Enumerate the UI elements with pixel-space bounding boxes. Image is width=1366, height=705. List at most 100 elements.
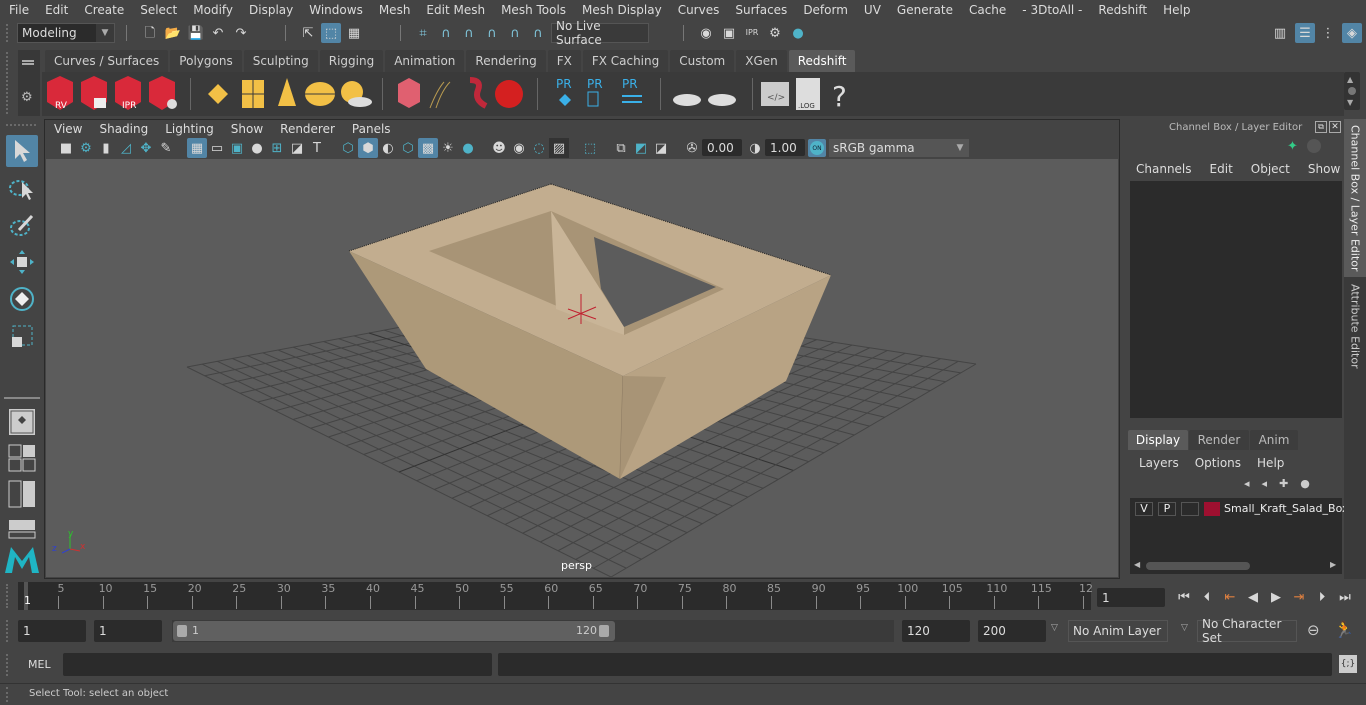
redshift-sun-sky-icon[interactable] — [341, 81, 372, 107]
animation-start-field[interactable]: 1 — [18, 620, 86, 642]
render-current-frame-icon[interactable]: ▣ — [719, 23, 739, 43]
smooth-shade-icon[interactable]: ⬢ — [358, 138, 378, 158]
pr-export-icon[interactable]: PR — [587, 77, 603, 107]
anim-layer-chevron-icon[interactable]: ▽ — [1051, 623, 1058, 633]
menu-edit-mesh[interactable]: Edit Mesh — [417, 3, 492, 17]
channel-list[interactable] — [1130, 181, 1342, 418]
move-tool[interactable] — [6, 246, 38, 278]
shelf-settings-icon[interactable]: ⚙ — [21, 90, 33, 105]
shelf-menu-icon[interactable] — [22, 60, 34, 62]
ambient-occlusion-icon[interactable]: ◌ — [529, 138, 549, 158]
default-material-icon[interactable]: ◐ — [378, 138, 398, 158]
motion-blur-icon[interactable]: ◪ — [651, 138, 671, 158]
shelf-scroll-up-icon[interactable]: ▲ — [1347, 75, 1353, 84]
redshift-render-view-icon[interactable]: RV — [47, 76, 73, 111]
bake-icon[interactable] — [708, 94, 736, 106]
animation-preferences-icon[interactable]: 🏃 — [1334, 620, 1354, 639]
shelf-tab-curves-surfaces[interactable]: Curves / Surfaces — [45, 50, 169, 72]
side-tab-channel-box[interactable]: Channel Box / Layer Editor — [1344, 119, 1366, 277]
pr-import-icon[interactable]: PR — [556, 77, 572, 106]
render-settings-icon[interactable]: ⚙ — [765, 23, 785, 43]
viewport-menu-lighting[interactable]: Lighting — [157, 120, 223, 138]
menu-display[interactable]: Display — [240, 3, 300, 17]
gamma-icon[interactable]: ◑ — [745, 138, 765, 158]
layer-menu-help[interactable]: Help — [1257, 456, 1284, 470]
viewport-menu-show[interactable]: Show — [223, 120, 272, 138]
camera-attributes-icon[interactable]: ⚙ — [76, 138, 96, 158]
help-line-grip[interactable] — [6, 687, 10, 702]
anim-layer-dropdown[interactable]: No Anim Layer — [1068, 620, 1168, 642]
shelf-tab-redshift[interactable]: Redshift — [788, 50, 856, 72]
redshift-proxy-icon[interactable] — [398, 78, 420, 108]
menu-mesh-display[interactable]: Mesh Display — [573, 3, 669, 17]
close-panel-icon[interactable]: ✕ — [1329, 121, 1341, 133]
shelf-tab-custom[interactable]: Custom — [670, 50, 735, 72]
bake-set-icon[interactable] — [673, 94, 701, 106]
gamma-field[interactable]: 1.00 — [765, 139, 805, 156]
new-empty-layer-icon[interactable]: ✚ — [1279, 477, 1300, 490]
scene-canvas[interactable] — [46, 159, 1118, 577]
play-backwards-icon[interactable]: ◀ — [1243, 588, 1263, 606]
scroll-left-icon[interactable]: ◀ — [1134, 560, 1140, 569]
color-space-dropdown[interactable]: sRGB gamma ▼ — [829, 139, 969, 157]
viewport-menu-view[interactable]: View — [46, 120, 91, 138]
camera-icon[interactable]: ■ — [56, 138, 76, 158]
film-gate-icon[interactable]: ▭ — [207, 138, 227, 158]
redshift-volume-icon[interactable] — [469, 77, 488, 109]
exposure-field[interactable]: 0.00 — [702, 139, 742, 156]
menu-generate[interactable]: Generate — [888, 3, 960, 17]
grease-pencil-icon[interactable]: ✎ — [156, 138, 176, 158]
field-chart-icon[interactable]: ⊞ — [267, 138, 287, 158]
scroll-right-icon[interactable]: ▶ — [1330, 560, 1336, 569]
outliner-layout[interactable] — [6, 478, 38, 510]
persp-graph-layout[interactable] — [6, 513, 38, 545]
playback-start-field[interactable]: 1 — [94, 620, 162, 642]
redo-icon[interactable]: ↷ — [231, 23, 251, 43]
select-hierarchy-icon[interactable]: ⇱ — [298, 23, 318, 43]
mode-dropdown[interactable]: Modeling ▼ — [17, 23, 115, 43]
snap-view-plane-icon[interactable]: ∩ — [482, 23, 502, 43]
channel-menu-channels[interactable]: Channels — [1136, 162, 1192, 176]
viewport-menu-panels[interactable]: Panels — [344, 120, 400, 138]
shelf-tab-animation[interactable]: Animation — [385, 50, 465, 72]
auto-key-icon[interactable]: ⊖ — [1307, 621, 1320, 639]
render-view-icon[interactable]: ◉ — [696, 23, 716, 43]
single-view-layout[interactable] — [6, 406, 38, 438]
modeling-toolkit-icon[interactable]: ▥ — [1270, 23, 1290, 43]
layer-tab-display[interactable]: Display — [1128, 430, 1188, 450]
resolution-gate-icon[interactable]: ▣ — [227, 138, 247, 158]
shelf-tab-fx[interactable]: FX — [547, 50, 581, 72]
layer-list-scrollbar[interactable]: ◀ ▶ — [1132, 560, 1340, 572]
character-set-chevron-icon[interactable]: ▽ — [1181, 623, 1188, 633]
step-forward-key-icon[interactable]: ⇥ — [1289, 588, 1309, 606]
depth-of-field-icon[interactable]: ◩ — [631, 138, 651, 158]
wireframe-on-shaded-icon[interactable]: ⬡ — [398, 138, 418, 158]
script-editor-icon[interactable]: </> — [761, 82, 789, 106]
redshift-spot-light-icon[interactable] — [278, 78, 296, 106]
shelf-tab-fx-caching[interactable]: FX Caching — [582, 50, 669, 72]
redshift-batch-render-icon[interactable] — [81, 76, 107, 110]
shelf-tab-rigging[interactable]: Rigging — [319, 50, 384, 72]
range-slider[interactable]: 1 120 — [173, 621, 615, 641]
menu-surfaces[interactable]: Surfaces — [726, 3, 794, 17]
redshift-portal-light-icon[interactable] — [242, 80, 264, 108]
ipr-render-icon[interactable]: IPR — [742, 23, 762, 43]
make-live-icon[interactable]: ∩ — [528, 23, 548, 43]
layer-menu-layers[interactable]: Layers — [1139, 456, 1179, 470]
shelf-tab-rendering[interactable]: Rendering — [466, 50, 546, 72]
animation-end-field[interactable]: 200 — [978, 620, 1046, 642]
3d-viewport[interactable]: y x z persp — [46, 159, 1118, 577]
layer-tab-render[interactable]: Render — [1189, 430, 1249, 450]
menu-edit[interactable]: Edit — [36, 3, 75, 17]
shelf-tab-polygons[interactable]: Polygons — [170, 50, 242, 72]
manipulator-icon[interactable]: ✦ — [1287, 139, 1298, 154]
toolbox-grip[interactable] — [6, 124, 36, 126]
command-grip[interactable] — [6, 654, 10, 676]
menu-mesh-tools[interactable]: Mesh Tools — [492, 3, 573, 17]
shelf-scrollbar[interactable]: ▲ ▼ — [1344, 72, 1360, 110]
layer-color-swatch[interactable] — [1204, 502, 1220, 516]
redshift-dome-light-icon[interactable] — [305, 82, 335, 106]
menu-curves[interactable]: Curves — [669, 3, 727, 17]
scroll-thumb[interactable] — [1146, 562, 1250, 570]
move-layer-down-icon[interactable]: ◂ — [1262, 477, 1280, 490]
